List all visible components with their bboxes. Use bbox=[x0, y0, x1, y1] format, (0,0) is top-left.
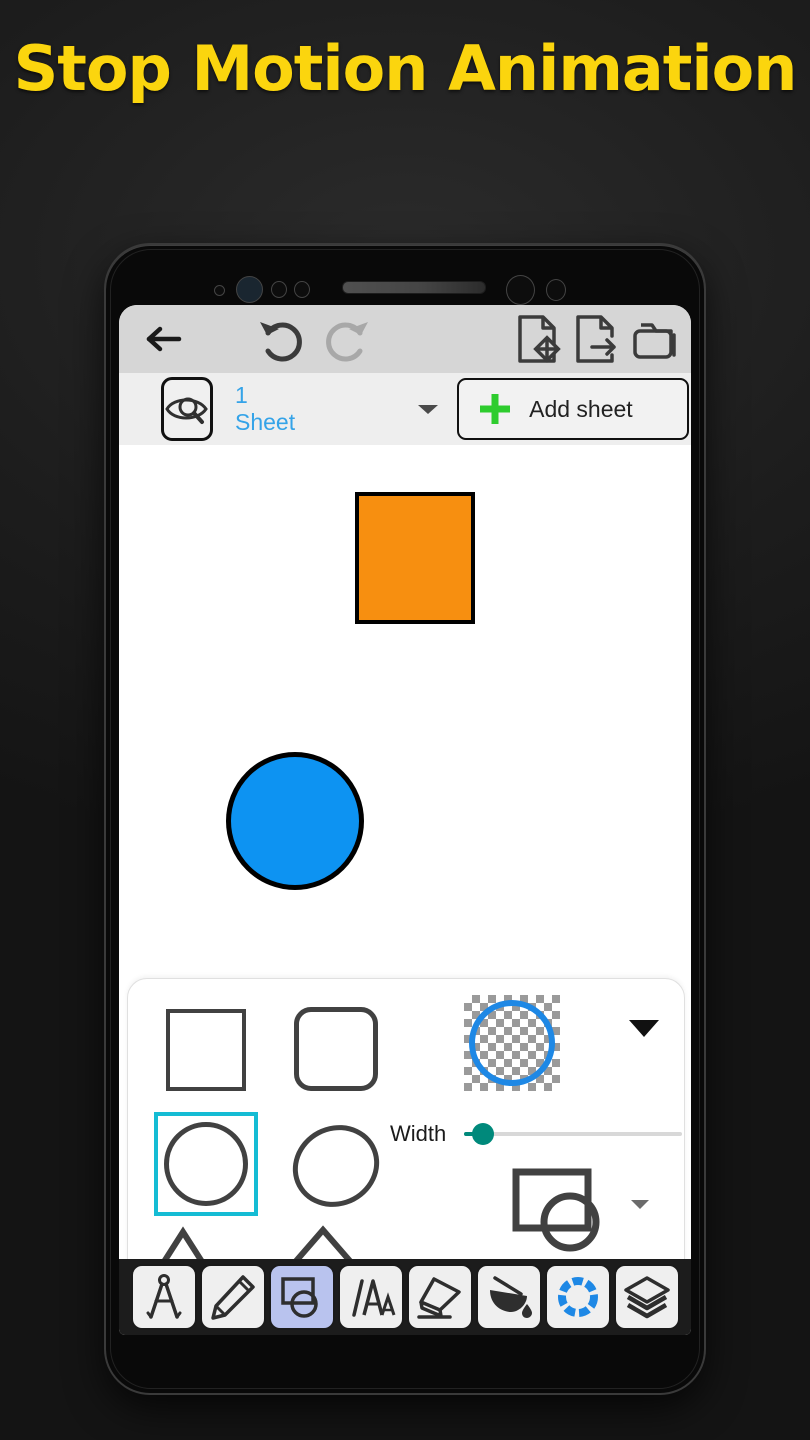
color-opacity-swatch[interactable] bbox=[464, 995, 560, 1091]
collapse-panel-button[interactable] bbox=[626, 1015, 662, 1041]
new-file-button[interactable] bbox=[511, 311, 563, 367]
phone-sensor-row bbox=[106, 265, 704, 305]
phone-mockup: 1 Sheet Add sheet Width bbox=[106, 245, 704, 1393]
rounded-rectangle-icon bbox=[294, 1007, 379, 1091]
tool-layers[interactable] bbox=[613, 1264, 680, 1330]
text-icon bbox=[351, 1279, 395, 1317]
ellipse-icon bbox=[278, 1110, 395, 1222]
shape-option-ellipse[interactable] bbox=[278, 1110, 395, 1222]
pencil-icon bbox=[210, 1275, 255, 1320]
plus-icon bbox=[480, 394, 511, 424]
add-sheet-label: Add sheet bbox=[529, 395, 633, 422]
tool-eraser[interactable] bbox=[406, 1264, 473, 1330]
sensor-dot bbox=[294, 281, 310, 298]
redo-button[interactable] bbox=[319, 313, 375, 365]
compass-icon bbox=[146, 1274, 181, 1319]
shape-options-panel: Width bbox=[127, 978, 685, 1270]
slider-track bbox=[464, 1132, 683, 1136]
eraser-icon bbox=[416, 1277, 461, 1319]
export-file-icon bbox=[576, 315, 616, 363]
color-wheel-icon bbox=[557, 1277, 598, 1317]
chevron-down-icon bbox=[418, 405, 439, 414]
undo-button[interactable] bbox=[253, 313, 309, 365]
tool-toolbar bbox=[119, 1259, 691, 1335]
caret-down-icon bbox=[629, 1020, 659, 1037]
width-control: Width bbox=[390, 1121, 683, 1147]
rectangle-icon bbox=[166, 1009, 246, 1091]
tool-pencil[interactable] bbox=[199, 1264, 266, 1330]
folder-icon bbox=[633, 323, 676, 359]
tool-shapes[interactable] bbox=[268, 1264, 335, 1330]
app-topbar bbox=[119, 305, 691, 373]
tool-fill-bucket[interactable] bbox=[475, 1264, 542, 1330]
sheet-dropdown-button[interactable] bbox=[415, 400, 441, 418]
phone-screen: 1 Sheet Add sheet Width bbox=[119, 305, 691, 1335]
sheet-count-label[interactable]: 1 Sheet bbox=[235, 382, 295, 436]
shape-option-rectangle[interactable] bbox=[154, 998, 258, 1102]
combine-dropdown-button[interactable] bbox=[628, 1195, 652, 1213]
layers-icon bbox=[623, 1276, 670, 1319]
undo-icon bbox=[260, 322, 302, 362]
add-sheet-button[interactable]: Add sheet bbox=[457, 378, 690, 440]
earpiece-speaker bbox=[342, 281, 486, 294]
sensor-dot bbox=[214, 285, 225, 296]
shapes-icon bbox=[280, 1277, 318, 1318]
tool-text[interactable] bbox=[337, 1264, 404, 1330]
stroke-color-ring-icon bbox=[469, 1000, 555, 1086]
sheet-bar: 1 Sheet Add sheet bbox=[119, 373, 691, 445]
front-camera-icon bbox=[236, 276, 263, 303]
shape-combine-button[interactable] bbox=[508, 1164, 618, 1256]
shape-option-rounded-rectangle[interactable] bbox=[284, 997, 388, 1101]
caret-down-small-icon bbox=[631, 1200, 649, 1209]
tool-color-wheel[interactable] bbox=[544, 1264, 611, 1330]
width-slider[interactable] bbox=[464, 1123, 683, 1145]
width-label: Width bbox=[390, 1121, 447, 1146]
tool-compass[interactable] bbox=[130, 1264, 197, 1330]
canvas-shape-circle[interactable] bbox=[226, 752, 364, 890]
shape-option-circle[interactable] bbox=[154, 1112, 258, 1216]
shape-combine-icon bbox=[512, 1168, 600, 1252]
fill-bucket-icon bbox=[489, 1276, 532, 1318]
shape-swatch-grid bbox=[154, 997, 410, 1222]
eye-search-icon bbox=[165, 397, 208, 424]
open-folder-button[interactable] bbox=[627, 311, 683, 367]
slider-thumb[interactable] bbox=[472, 1123, 495, 1145]
sensor-dot bbox=[506, 275, 535, 305]
drawing-canvas[interactable] bbox=[119, 445, 691, 970]
sensor-dot bbox=[271, 281, 287, 298]
page-title: Stop Motion Animation bbox=[13, 32, 798, 105]
redo-icon bbox=[326, 322, 368, 362]
preview-button[interactable] bbox=[161, 377, 213, 441]
back-button[interactable] bbox=[137, 324, 193, 354]
canvas-shape-square[interactable] bbox=[355, 492, 475, 624]
transparency-checkerboard bbox=[464, 995, 560, 1091]
back-arrow-icon bbox=[146, 326, 182, 352]
circle-icon bbox=[164, 1122, 248, 1206]
export-file-button[interactable] bbox=[569, 311, 621, 367]
new-file-icon bbox=[518, 315, 561, 363]
sensor-dot bbox=[546, 279, 566, 301]
